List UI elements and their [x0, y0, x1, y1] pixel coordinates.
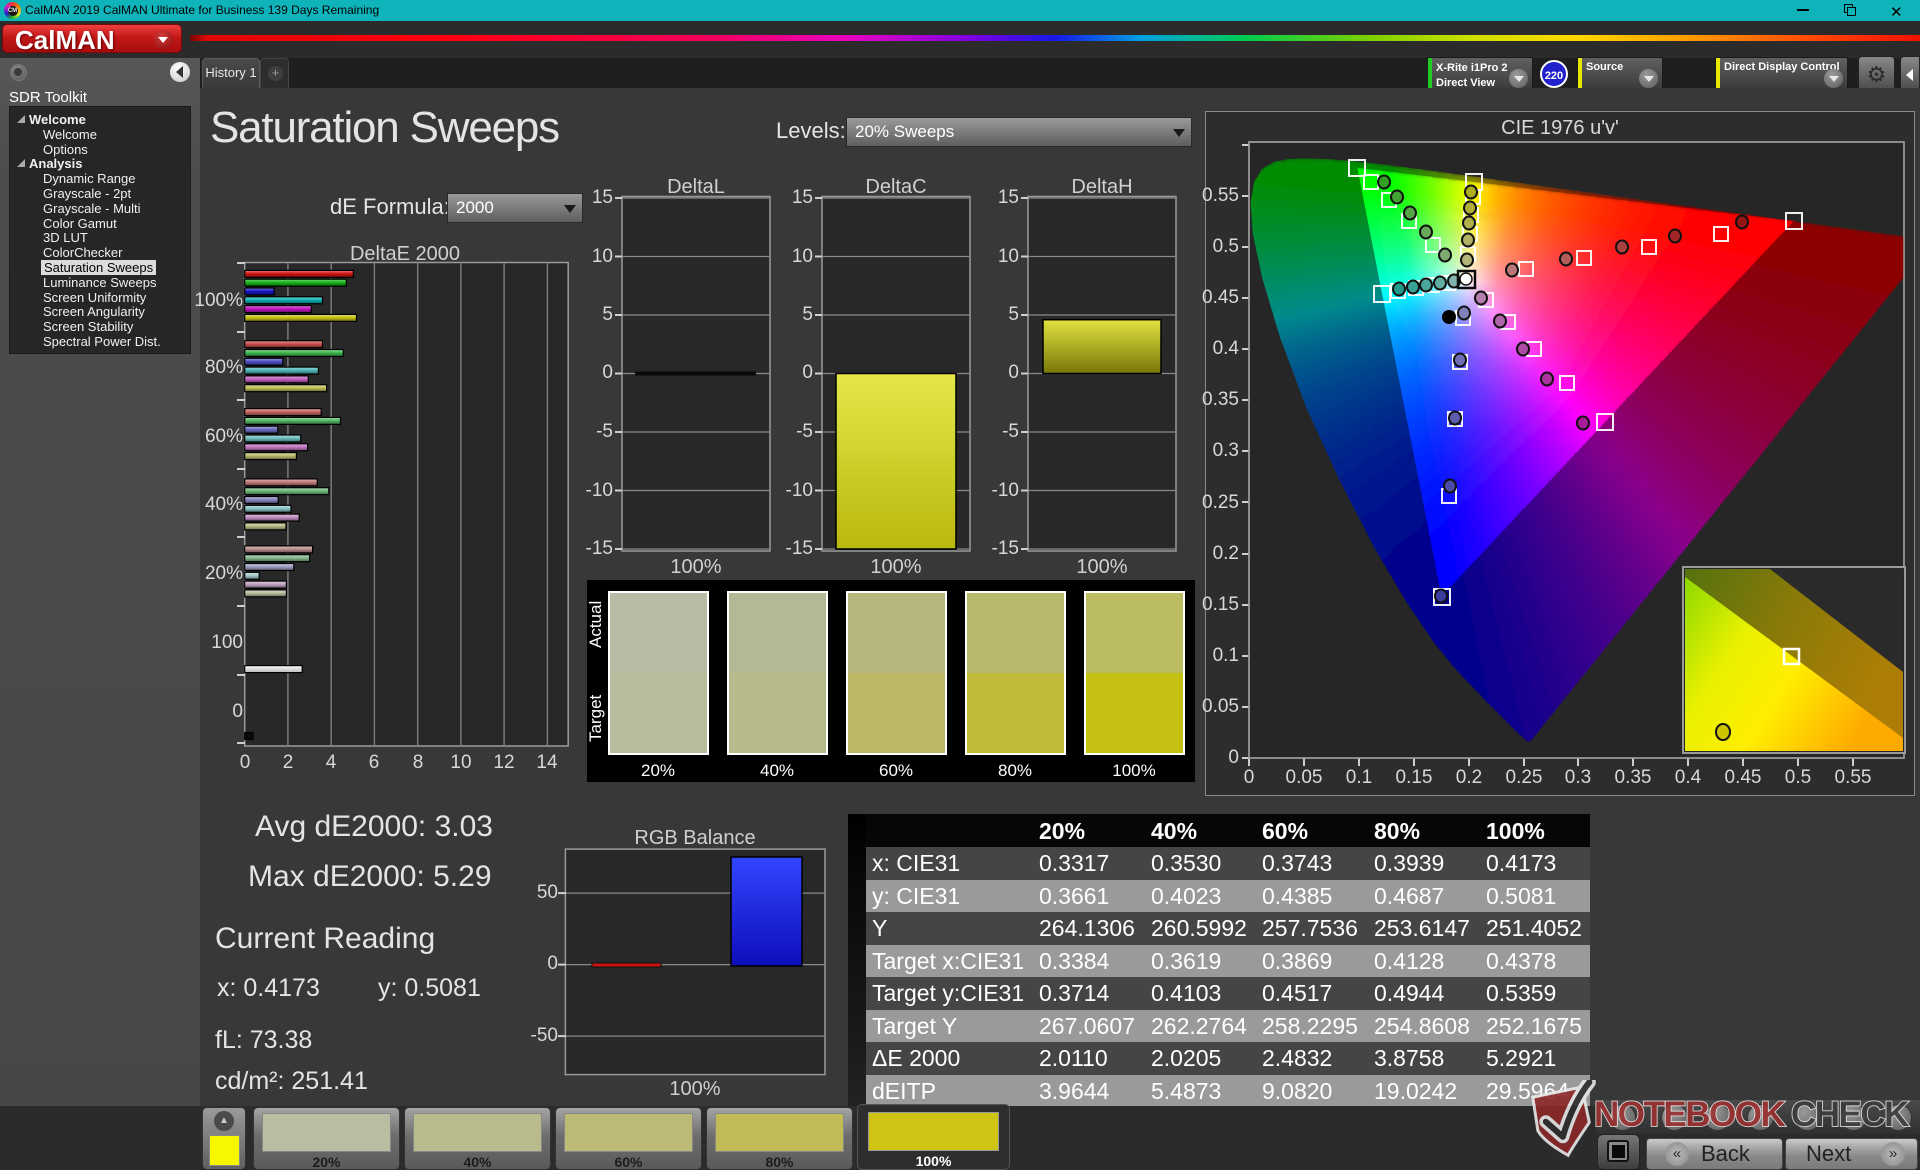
svg-text:NOTEBOOK: NOTEBOOK [1594, 1095, 1785, 1134]
svg-text:CHECK: CHECK [1791, 1095, 1909, 1134]
